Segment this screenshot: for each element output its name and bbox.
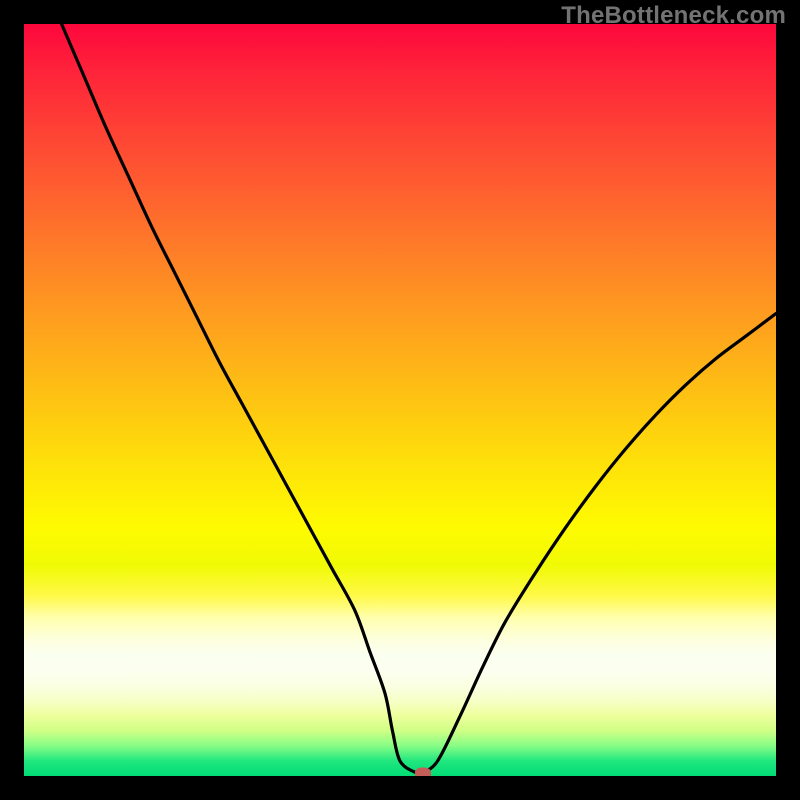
bottleneck-curve-svg <box>24 24 776 776</box>
bottleneck-curve-path <box>62 24 776 774</box>
chart-frame: TheBottleneck.com <box>0 0 800 800</box>
plot-area <box>24 24 776 776</box>
optimal-point-marker <box>415 768 431 776</box>
watermark-text: TheBottleneck.com <box>561 2 786 30</box>
